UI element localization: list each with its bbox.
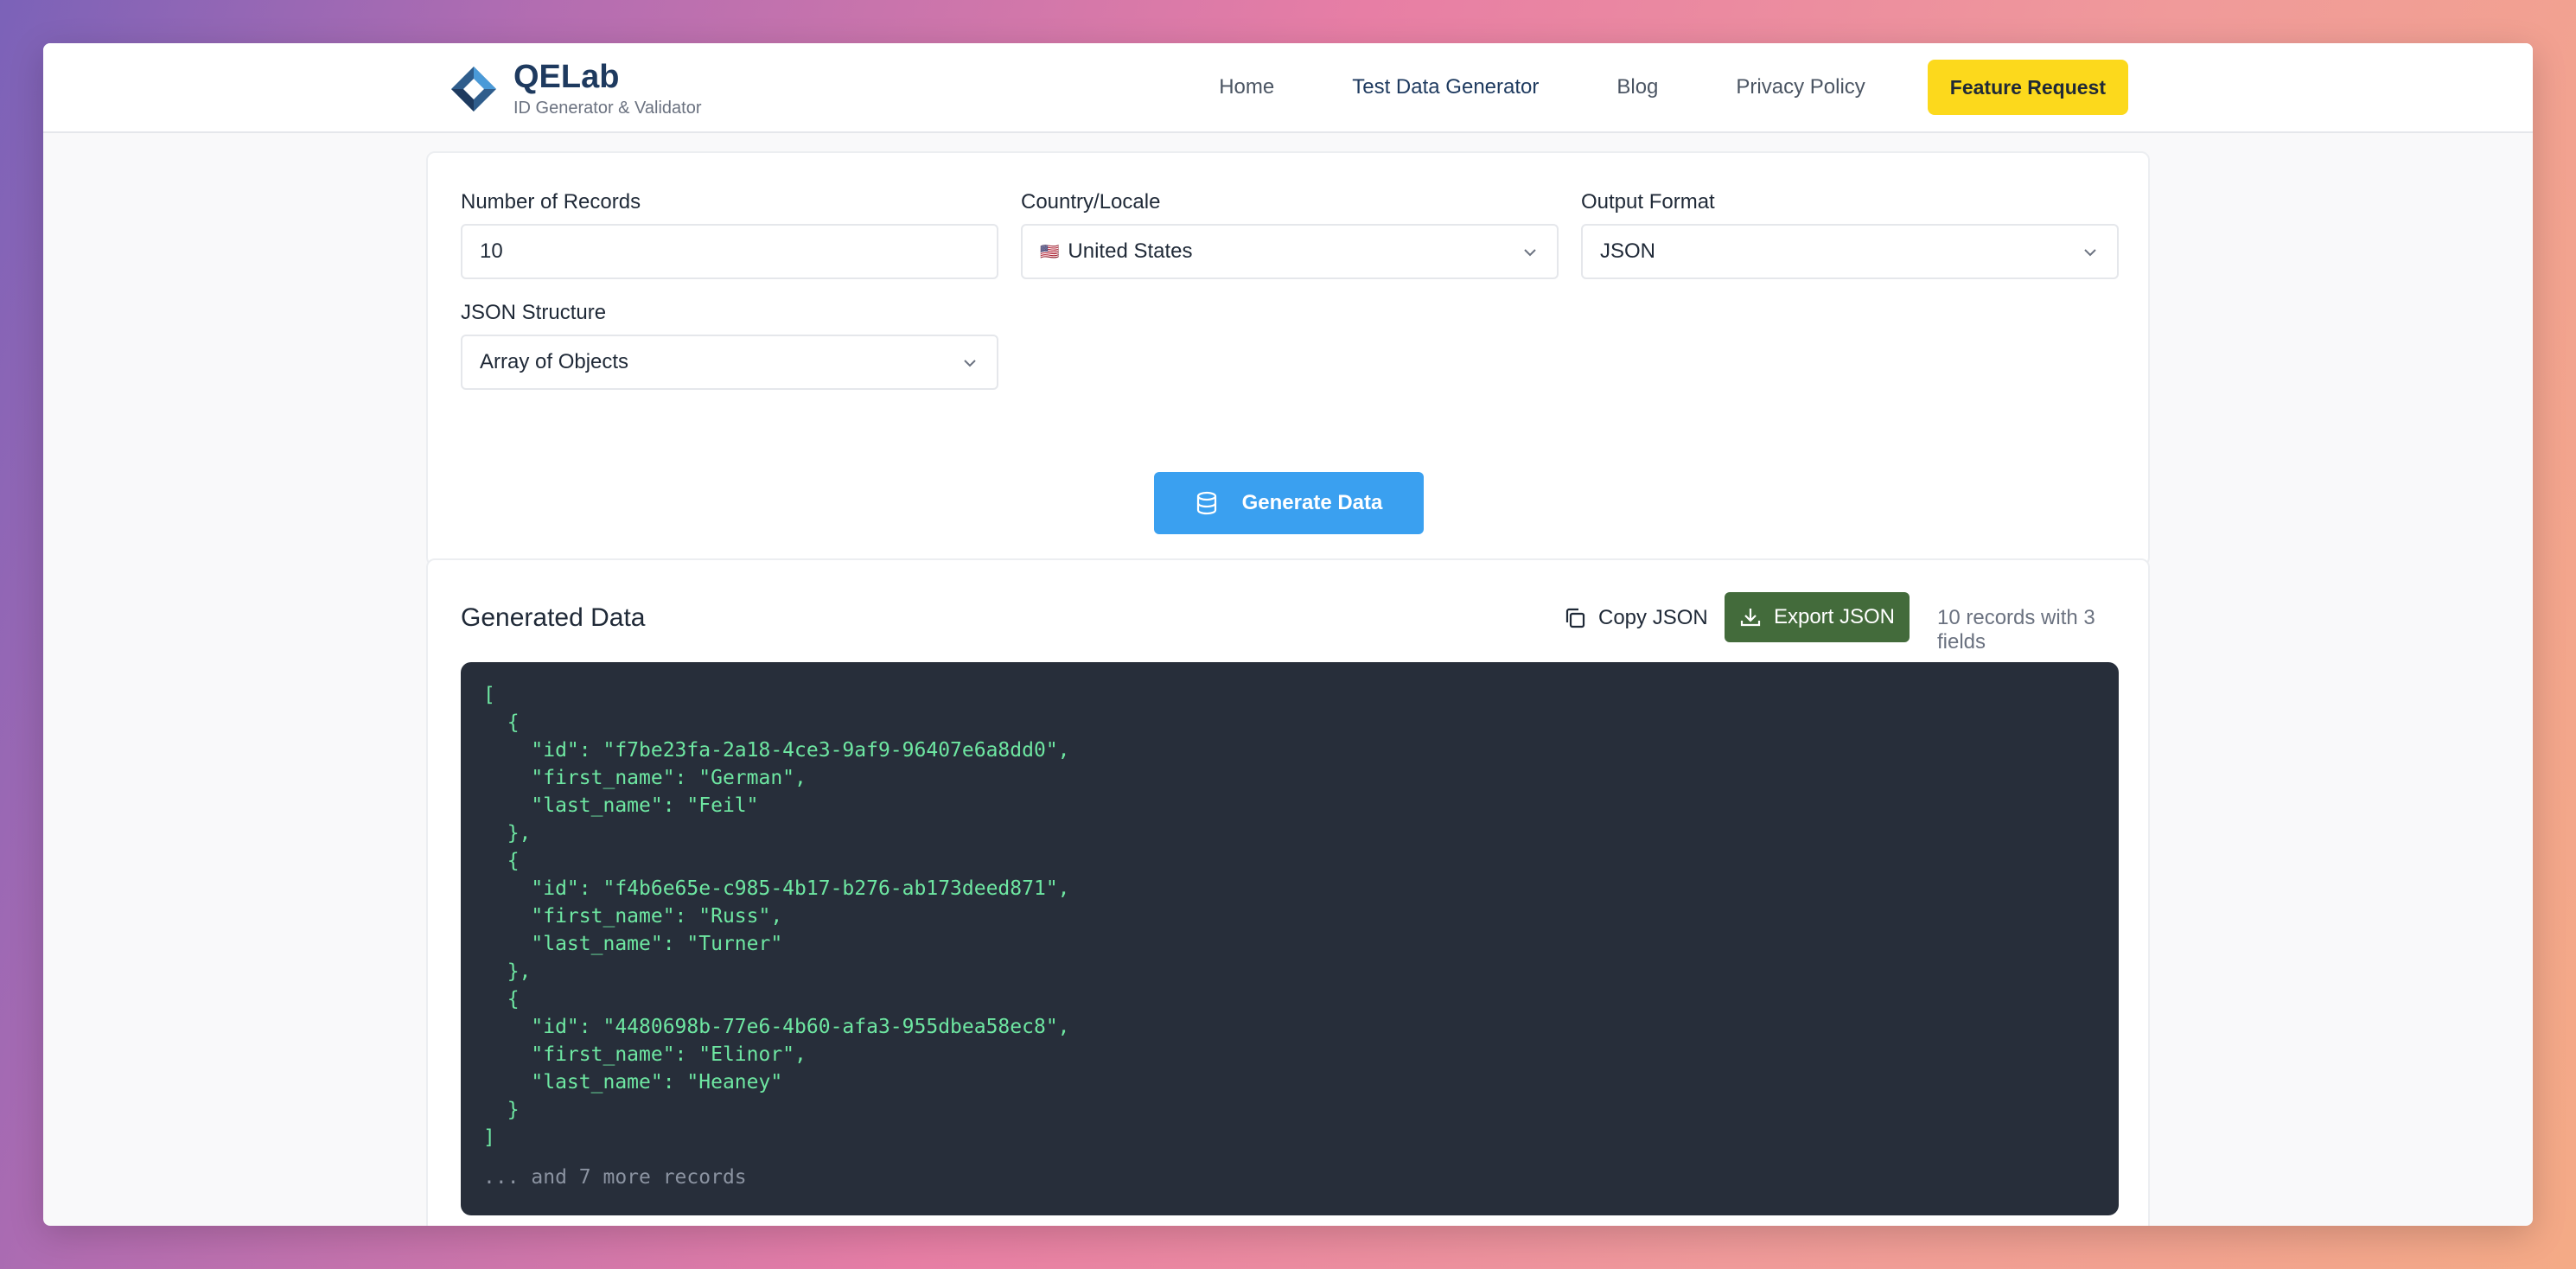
generated-data-card: Generated Data Copy JSON Export JSON 10 … <box>426 558 2150 1226</box>
json-output-panel[interactable]: [ { "id": "f7be23fa-2a18-4ce3-9af9-96407… <box>461 662 2119 1215</box>
browser-window: QELab ID Generator & Validator Home Test… <box>43 43 2533 1226</box>
chevron-down-icon <box>964 360 976 367</box>
records-field: Number of Records 10 <box>461 189 998 279</box>
brand-title: QELab <box>513 59 620 95</box>
structure-select[interactable]: Array of Objects <box>461 335 998 390</box>
more-records-text: ... and 7 more records <box>483 1166 747 1189</box>
format-select[interactable]: JSON <box>1581 224 2119 279</box>
nav-home[interactable]: Home <box>1219 75 1274 99</box>
country-select[interactable]: 🇺🇸 United States <box>1021 224 1559 279</box>
nav-blog[interactable]: Blog <box>1616 75 1658 99</box>
structure-field: JSON Structure Array of Objects <box>461 300 998 390</box>
generator-form-card: Number of Records 10 Country/Locale 🇺🇸 U… <box>426 151 2150 566</box>
copy-icon <box>1565 608 1585 628</box>
us-flag-icon: 🇺🇸 <box>1040 242 1060 260</box>
generated-data-title: Generated Data <box>461 603 646 632</box>
site-header: QELab ID Generator & Validator Home Test… <box>43 43 2533 133</box>
brand[interactable]: QELab ID Generator & Validator <box>450 59 702 119</box>
feature-request-button[interactable]: Feature Request <box>1927 60 2128 115</box>
structure-value: Array of Objects <box>480 350 629 373</box>
json-output-code: [ { "id": "f7be23fa-2a18-4ce3-9af9-96407… <box>483 684 1070 1149</box>
main-nav: Home Test Data Generator Blog Privacy Po… <box>1219 60 2128 115</box>
database-icon <box>1196 491 1216 515</box>
generate-data-button[interactable]: Generate Data <box>1154 472 1424 534</box>
chevron-down-icon <box>1524 249 1536 257</box>
format-field: Output Format JSON <box>1581 189 2119 279</box>
country-label: Country/Locale <box>1021 190 1161 214</box>
download-icon <box>1740 609 1761 627</box>
qelab-logo-icon <box>451 67 496 112</box>
chevron-down-icon <box>2084 249 2096 257</box>
export-json-label: Export JSON <box>1773 605 1896 628</box>
records-value: 10 <box>480 239 503 263</box>
structure-label: JSON Structure <box>461 301 607 324</box>
copy-json-label: Copy JSON <box>1598 606 1708 629</box>
records-info: 10 records with 3 fields <box>1937 606 2095 654</box>
records-input[interactable]: 10 <box>461 224 998 279</box>
nav-privacy-policy[interactable]: Privacy Policy <box>1736 75 1865 99</box>
nav-test-data-generator[interactable]: Test Data Generator <box>1352 75 1539 99</box>
brand-subtitle: ID Generator & Validator <box>513 99 702 118</box>
copy-json-button[interactable]: Copy JSON <box>1555 593 1717 643</box>
records-label: Number of Records <box>461 190 641 214</box>
format-label: Output Format <box>1581 190 1715 214</box>
country-value: United States <box>1068 239 1193 263</box>
generate-data-label: Generate Data <box>1241 491 1383 514</box>
export-json-button[interactable]: Export JSON <box>1725 592 1910 642</box>
country-field: Country/Locale 🇺🇸 United States <box>1021 189 1559 279</box>
format-value: JSON <box>1600 239 1656 263</box>
